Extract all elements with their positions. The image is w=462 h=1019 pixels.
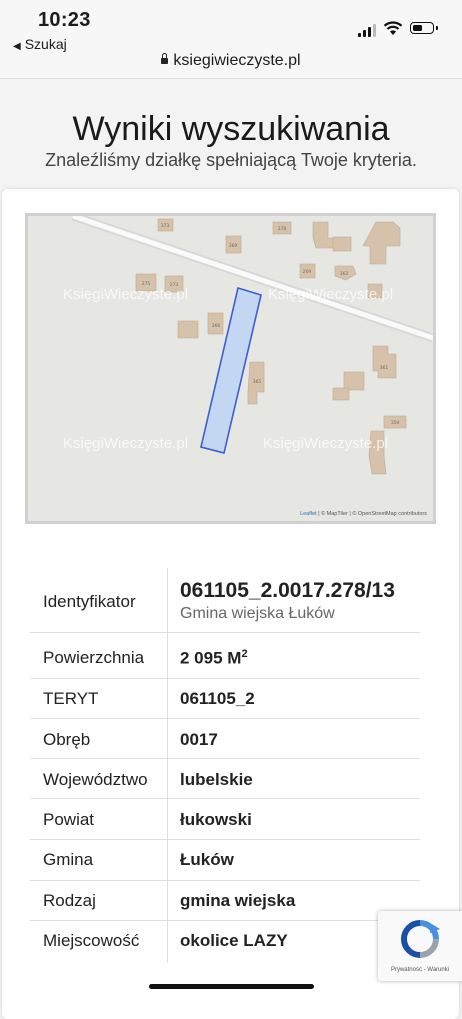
row-label: Gmina: [43, 850, 94, 869]
row-value: 2 095 M2: [180, 648, 248, 669]
address-bar[interactable]: ksiegiwieczyste.pl: [0, 52, 462, 70]
leaflet-link[interactable]: Leaflet: [300, 511, 317, 517]
row-wojewodztwo: Województwo lubelskie: [30, 758, 420, 799]
back-label: Szukaj: [24, 36, 67, 52]
status-bar: 10:23 ◀ Szukaj ksiegiwieczyste.pl: [0, 0, 462, 78]
parcel-map[interactable]: 373 369 378 269 362 275 273 366 365 361 …: [25, 213, 436, 524]
row-value: 061105_2.0017.278/13: [180, 579, 395, 602]
map-canvas: 373 369 378 269 362 275 273 366 365 361 …: [28, 216, 433, 521]
house-number: 361: [380, 365, 389, 371]
wifi-icon: [383, 21, 403, 35]
row-obreb: Obręb 0017: [30, 718, 420, 759]
row-value: 061105_2: [180, 689, 255, 708]
house-number: 366: [212, 323, 221, 329]
map-attribution: Leaflet | © MapTiler | © OpenStreetMap c…: [300, 511, 427, 517]
row-rodzaj: Rodzaj gmina wiejska: [30, 880, 420, 921]
watermark-text: KsięgiWieczyste.pl: [263, 435, 388, 452]
back-to-app-link[interactable]: ◀ Szukaj: [13, 36, 67, 52]
row-value: lubelskie: [180, 770, 253, 789]
recaptcha-badge[interactable]: Prywatność - Warunki: [378, 911, 462, 981]
house-number: 369: [229, 243, 238, 249]
row-value: gmina wiejska: [180, 891, 296, 910]
row-label: Miejscowość: [43, 931, 140, 950]
area-value: 2 095 M: [180, 648, 242, 668]
status-time: 10:23: [38, 9, 91, 31]
row-value: 0017: [180, 730, 218, 749]
row-gmina: Gmina Łuków: [30, 839, 420, 881]
row-identyfikator: Identyfikator 061105_2.0017.278/13 Gmina…: [30, 568, 420, 633]
row-miejscowosc: Miejscowość okolice LAZY: [30, 920, 420, 963]
row-label: Powiat: [43, 810, 95, 829]
home-indicator[interactable]: [149, 984, 314, 989]
battery-icon: [410, 22, 438, 34]
back-triangle-icon: ◀: [13, 41, 21, 52]
house-number: 359: [391, 420, 400, 426]
row-label: Rodzaj: [43, 891, 96, 910]
watermark-text: KsięgiWieczyste.pl: [63, 435, 188, 452]
row-value: łukowski: [180, 810, 252, 829]
row-label: Identyfikator: [43, 592, 136, 611]
page-subtitle: Znaleźliśmy działkę spełniającą Twoje kr…: [45, 150, 417, 170]
row-label: Obręb: [43, 730, 91, 749]
row-subvalue: Gmina wiejska Łuków: [180, 605, 335, 622]
house-number: 362: [340, 271, 349, 277]
area-unit-exponent: 2: [241, 648, 248, 660]
recaptcha-logo-icon: [400, 920, 440, 958]
row-value: Łuków: [180, 850, 234, 869]
row-powierzchnia: Powierzchnia 2 095 M2: [30, 632, 420, 679]
row-label: TERYT: [43, 689, 99, 708]
row-label: Powierzchnia: [43, 648, 145, 667]
recaptcha-links[interactable]: Prywatność - Warunki: [378, 967, 462, 973]
toolbar-divider: [0, 78, 462, 79]
cellular-signal-icon: [358, 24, 376, 37]
watermark-text: KsięgiWieczyste.pl: [268, 286, 393, 303]
house-number: 365: [253, 379, 262, 385]
watermark-text: KsięgiWieczyste.pl: [63, 286, 188, 303]
house-number: 373: [161, 223, 170, 229]
house-number: 269: [303, 269, 312, 275]
row-label: Województwo: [43, 770, 148, 789]
lock-icon: [161, 53, 169, 64]
row-powiat: Powiat łukowski: [30, 798, 420, 840]
page-title: Wyniki wyszukiwania: [72, 110, 390, 148]
url-text: ksiegiwieczyste.pl: [173, 52, 301, 69]
row-value: okolice LAZY: [180, 931, 288, 950]
attribution-text: | © MapTiler | © OpenStreetMap contribut…: [316, 511, 427, 517]
house-number: 378: [278, 226, 287, 232]
row-teryt: TERYT 061105_2: [30, 678, 420, 719]
